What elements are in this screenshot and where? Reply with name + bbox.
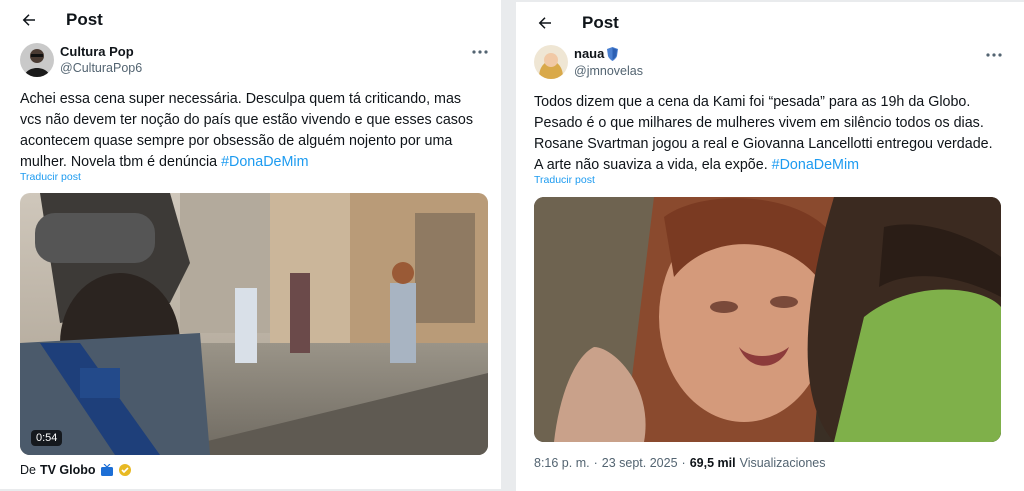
right-topbar: Post (516, 2, 1024, 44)
right-post-panel: Post naua @jmnovelas Todos dizem que a c… (516, 2, 1024, 491)
translate-link[interactable]: Traducir post (20, 171, 81, 183)
more-button[interactable] (470, 45, 490, 59)
video-duration: 0:54 (31, 430, 63, 446)
post-meta: 8:16 p. m. · 23 sept. 2025 · 69,5 mil Vi… (534, 456, 826, 470)
source-attribution: De TV Globo (20, 463, 132, 477)
post-text-line: Pesado é o que milhares de mulheres vive… (534, 115, 984, 131)
verified-badge-icon (118, 464, 131, 476)
author-name[interactable]: Cultura Pop (60, 44, 134, 59)
source-link[interactable]: TV Globo (40, 463, 96, 477)
more-button[interactable] (984, 48, 1004, 62)
post-text-line: Todos dizem que a cena da Kami foi “pesa… (534, 94, 971, 110)
post-date[interactable]: 23 sept. 2025 (602, 456, 678, 470)
arrow-left-icon (538, 17, 551, 29)
back-button[interactable] (534, 12, 556, 34)
page-title: Post (66, 10, 103, 29)
translate-link[interactable]: Traducir post (534, 174, 595, 186)
hashtag-link[interactable]: #DonaDeMim (772, 157, 859, 173)
hashtag-link[interactable]: #DonaDeMim (221, 154, 308, 170)
more-icon (472, 50, 488, 54)
page-title: Post (582, 13, 619, 32)
image-frame (534, 197, 1001, 442)
avatar[interactable] (534, 45, 568, 79)
post-text: Achei essa cena super necessária. Descul… (20, 89, 490, 173)
post-text: Todos dizem que a cena da Kami foi “pesa… (534, 92, 1014, 176)
author-handle[interactable]: @jmnovelas (574, 64, 643, 78)
views-count: 69,5 mil (689, 456, 736, 470)
left-post-panel: Post Cultura Pop @CulturaPop6 Achei essa… (0, 0, 501, 489)
avatar[interactable] (20, 43, 54, 77)
shield-badge-icon (607, 46, 619, 61)
post-image[interactable] (534, 197, 1001, 442)
post-text-line: acontecem quase sempre por obsessão de a… (20, 133, 453, 149)
post-text-line: A arte não suaviza a vida, ela expõe. #D… (534, 157, 860, 173)
video-frame (20, 193, 488, 455)
arrow-left-icon (22, 14, 35, 26)
author-name[interactable]: naua (574, 46, 619, 61)
views-label: Visualizaciones (739, 456, 826, 470)
post-text-line: vcs não devem ter noção do país que estã… (20, 112, 474, 128)
back-button[interactable] (18, 9, 40, 31)
post-time[interactable]: 8:16 p. m. (534, 456, 590, 470)
post-text-line: Achei essa cena super necessária. Descul… (20, 91, 462, 107)
post-text-line: Rosane Svartman jogou a real e Giovanna … (534, 136, 993, 152)
more-icon (986, 53, 1002, 57)
post-text-line: mulher. Novela tbm é denúncia #DonaDeMim (20, 154, 309, 170)
tv-icon (100, 463, 113, 476)
author-handle[interactable]: @CulturaPop6 (60, 61, 142, 75)
left-topbar: Post (0, 0, 501, 42)
video-player[interactable]: 0:54 (20, 193, 488, 455)
